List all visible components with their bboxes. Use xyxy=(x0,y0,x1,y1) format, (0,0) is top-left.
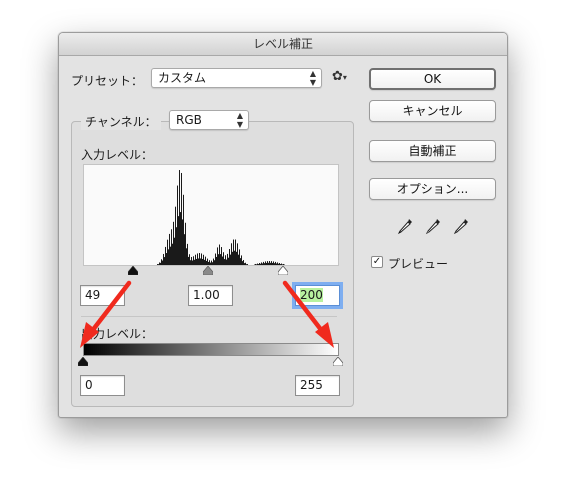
annotation-arrows xyxy=(80,280,334,348)
arrow-left-icon xyxy=(80,280,132,348)
arrow-right-icon xyxy=(282,280,334,348)
